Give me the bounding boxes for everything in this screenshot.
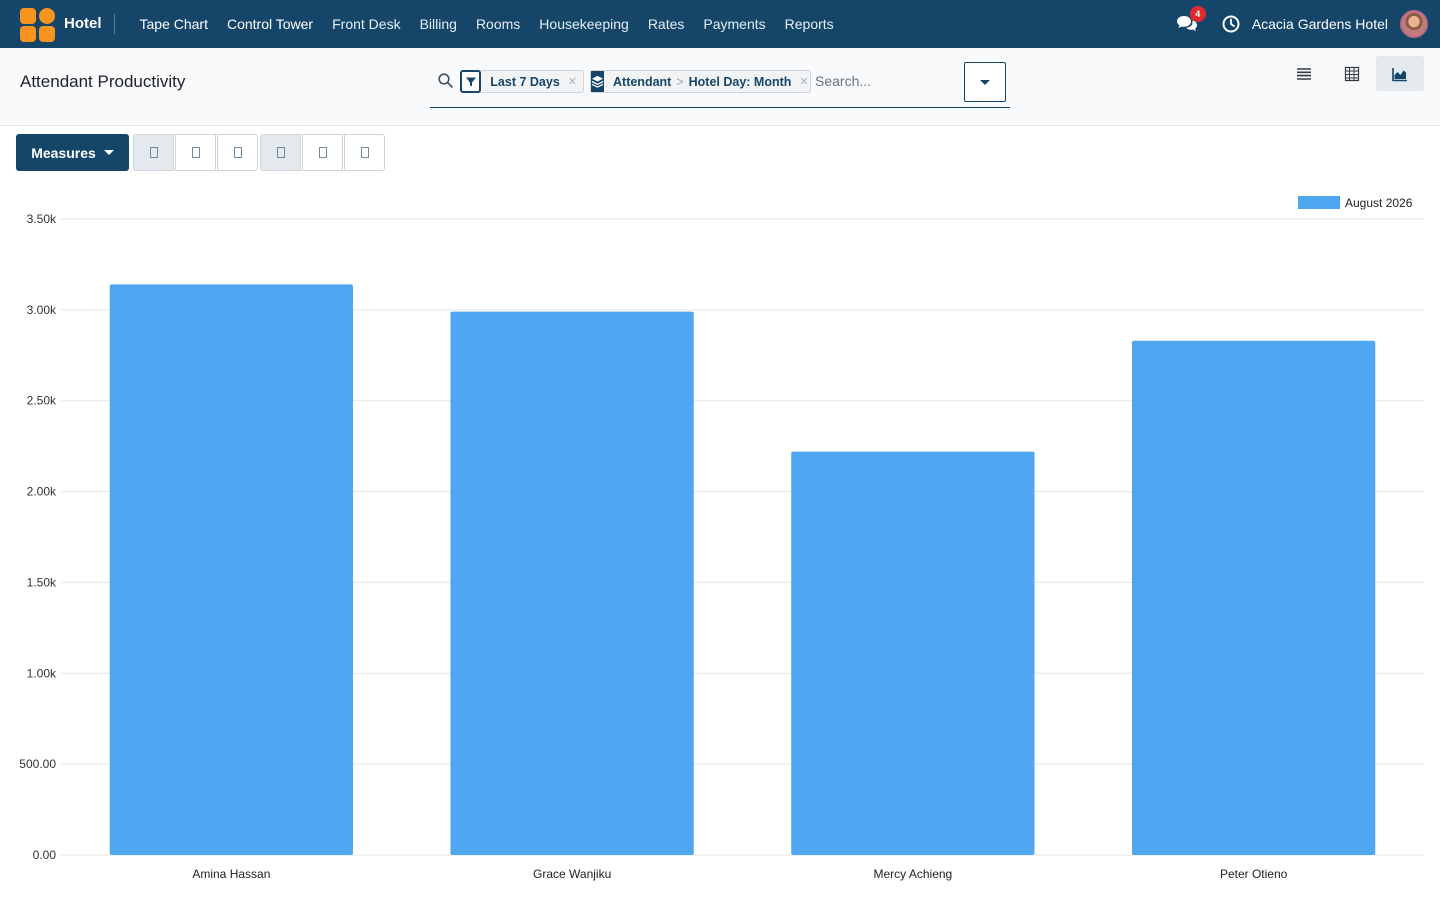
stacked-icon <box>276 147 285 158</box>
caret-down-icon <box>103 150 114 155</box>
bar-chart: 0.00 500.00 1.00k 1.50k 2.00k 2.50k 3.00k 3.50k… <box>19 196 1424 881</box>
y-tick-label: 0.00 <box>33 848 57 862</box>
nav-menu-item[interactable]: Reports <box>775 16 843 32</box>
bar[interactable] <box>1131 340 1376 856</box>
search-icon <box>438 73 453 88</box>
y-tick-label: 3.50k <box>27 212 57 226</box>
clock-icon[interactable] <box>1222 15 1240 33</box>
search-input[interactable] <box>815 68 960 94</box>
legend-swatch[interactable] <box>1298 196 1340 209</box>
company-switcher[interactable]: Acacia Gardens Hotel <box>1252 16 1388 32</box>
nav-menu-item[interactable]: Control Tower <box>217 16 322 32</box>
y-tick-label: 3.00k <box>27 303 57 317</box>
measures-dropdown[interactable]: Measures <box>16 134 129 171</box>
pie-chart-button[interactable] <box>217 134 258 171</box>
y-tick-label: 2.50k <box>27 394 57 408</box>
sort-ascending-button[interactable] <box>344 134 385 171</box>
messages-button[interactable]: 4 <box>1176 6 1206 34</box>
remove-groupby-icon[interactable]: ✕ <box>799 75 814 88</box>
search-options-toggle[interactable] <box>964 62 1006 102</box>
filter-facet-label: Last 7 Days <box>490 74 560 89</box>
stacked-button[interactable] <box>260 134 301 171</box>
messages-count-badge: 4 <box>1189 6 1206 22</box>
x-tick-label: Mercy Achieng <box>874 867 953 881</box>
groupby-facet-label: Attendant > Hotel Day: Month <box>613 74 792 89</box>
bar-chart-icon <box>149 147 158 158</box>
graph-view-button[interactable] <box>1376 56 1424 91</box>
list-icon <box>1297 67 1311 80</box>
sort-descending-icon <box>318 147 327 158</box>
filter-facet[interactable]: Last 7 Days ✕ <box>460 70 584 93</box>
nav-menu-item[interactable]: Rooms <box>466 16 529 32</box>
pie-chart-icon <box>233 147 242 158</box>
bar[interactable] <box>791 451 1035 855</box>
caret-down-icon <box>980 79 990 85</box>
legend-label[interactable]: August 2026 <box>1345 196 1413 210</box>
control-panel: Attendant Productivity Last 7 Days ✕ Att… <box>0 48 1440 126</box>
nav-menu-item[interactable]: Front Desk <box>323 16 410 32</box>
remove-filter-icon[interactable]: ✕ <box>568 75 583 88</box>
y-tick-label: 1.50k <box>27 575 57 589</box>
chart-options-group <box>260 134 386 171</box>
chart-type-group <box>133 134 259 171</box>
page-title: Attendant Productivity <box>20 72 186 91</box>
sort-ascending-icon <box>360 147 369 158</box>
y-tick-label: 500.00 <box>19 757 56 771</box>
line-chart-button[interactable] <box>175 134 216 171</box>
pivot-icon <box>1344 66 1360 81</box>
bar-chart-button[interactable] <box>133 134 174 171</box>
nav-divider <box>114 14 115 34</box>
nav-menu-item[interactable]: Rates <box>638 16 694 32</box>
groupby-facet[interactable]: Attendant > Hotel Day: Month ✕ <box>590 70 811 93</box>
x-tick-label: Amina Hassan <box>192 867 270 881</box>
x-tick-label: Peter Otieno <box>1220 867 1288 881</box>
main-menu: Tape Chart Control Tower Front Desk Billing… <box>130 0 843 48</box>
layers-icon <box>591 71 604 92</box>
navbar-right: 4 Acacia Gardens Hotel <box>1176 0 1440 48</box>
filter-icon <box>460 70 482 93</box>
bar[interactable] <box>109 284 354 856</box>
y-tick-label: 2.00k <box>27 485 57 499</box>
y-tick-label: 1.00k <box>27 666 57 680</box>
nav-menu-item[interactable]: Payments <box>694 16 775 32</box>
user-avatar[interactable] <box>1400 10 1428 38</box>
sort-descending-button[interactable] <box>302 134 343 171</box>
graph-icon <box>1392 67 1407 81</box>
view-switcher <box>1280 56 1424 91</box>
list-view-button[interactable] <box>1280 56 1328 91</box>
top-navbar: Hotel Tape Chart Control Tower Front Desk B… <box>0 0 1440 48</box>
measures-label: Measures <box>31 144 96 161</box>
search-bar: Last 7 Days ✕ Attendant > Hotel Day: Month… <box>430 62 1010 108</box>
nav-menu-item[interactable]: Tape Chart <box>130 16 217 32</box>
nav-menu-item[interactable]: Billing <box>410 16 466 32</box>
line-chart-icon <box>191 147 200 158</box>
app-name[interactable]: Hotel <box>64 15 102 32</box>
x-tick-label: Grace Wanjiku <box>533 867 611 881</box>
bar[interactable] <box>450 311 694 855</box>
pivot-view-button[interactable] <box>1328 56 1376 91</box>
nav-menu-item[interactable]: Housekeeping <box>530 16 639 32</box>
app-logo-icon[interactable] <box>20 4 59 42</box>
